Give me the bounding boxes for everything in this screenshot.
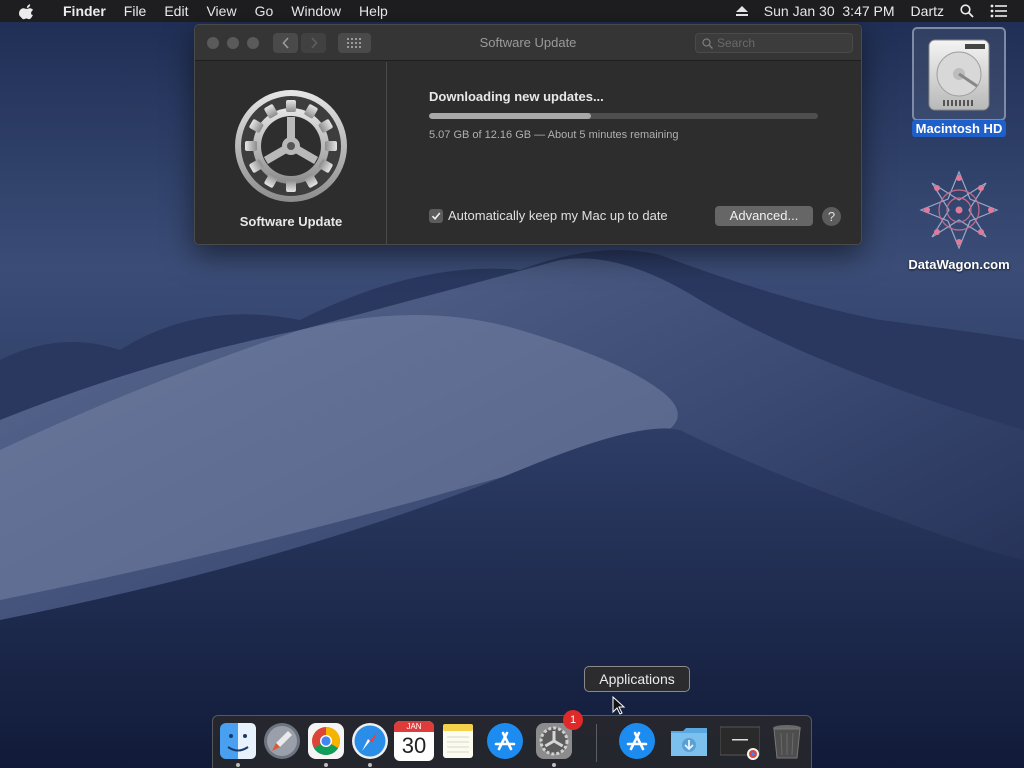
mouse-pointer-icon bbox=[612, 696, 626, 715]
auto-update-label: Automatically keep my Mac up to date bbox=[448, 208, 668, 223]
notification-center-icon[interactable] bbox=[990, 4, 1008, 18]
dock-tooltip: Applications bbox=[584, 666, 690, 692]
app-store-icon[interactable] bbox=[485, 721, 525, 761]
dock: JAN 30 1 bbox=[212, 710, 812, 768]
menu-file[interactable]: File bbox=[115, 0, 156, 22]
menu-edit[interactable]: Edit bbox=[155, 0, 197, 22]
apple-menu-icon[interactable] bbox=[18, 2, 36, 20]
running-indicator bbox=[552, 763, 556, 767]
forward-button[interactable] bbox=[301, 33, 326, 53]
auto-update-option[interactable]: Automatically keep my Mac up to date bbox=[429, 208, 668, 223]
menu-window[interactable]: Window bbox=[282, 0, 350, 22]
calendar-month: JAN bbox=[394, 721, 434, 732]
show-all-button[interactable] bbox=[338, 33, 371, 53]
software-update-gear-icon bbox=[235, 90, 347, 202]
search-field[interactable] bbox=[695, 33, 853, 53]
notes-icon[interactable] bbox=[438, 721, 478, 761]
downloads-folder-icon[interactable] bbox=[669, 721, 709, 761]
grid-icon bbox=[347, 38, 361, 48]
calendar-icon[interactable]: JAN 30 bbox=[394, 721, 434, 761]
download-status-detail: 5.07 GB of 12.16 GB — About 5 minutes re… bbox=[429, 129, 679, 141]
launchpad-icon[interactable] bbox=[262, 721, 302, 761]
window-titlebar[interactable]: Software Update bbox=[195, 25, 861, 61]
applications-folder-icon[interactable] bbox=[617, 721, 657, 761]
dock-separator bbox=[596, 724, 597, 762]
trash-icon[interactable] bbox=[767, 721, 807, 761]
chevron-right-icon bbox=[310, 37, 318, 49]
preference-pane-sidebar: Software Update bbox=[195, 62, 387, 244]
pane-title: Software Update bbox=[239, 214, 343, 229]
running-indicator bbox=[236, 763, 240, 767]
search-icon bbox=[702, 37, 713, 49]
finder-icon[interactable] bbox=[218, 721, 258, 761]
notification-badge: 1 bbox=[563, 710, 583, 730]
menu-app-name[interactable]: Finder bbox=[54, 0, 115, 22]
back-button[interactable] bbox=[273, 33, 298, 53]
menu-view[interactable]: View bbox=[197, 0, 245, 22]
chevron-left-icon bbox=[281, 37, 289, 49]
menu-bar: Finder File Edit View Go Window Help Sun… bbox=[0, 0, 1024, 22]
software-update-window: Software Update Search Software Update D… bbox=[194, 24, 862, 245]
safari-icon[interactable] bbox=[350, 721, 390, 761]
window-thumbnail-icon[interactable] bbox=[720, 721, 760, 761]
desktop-icon-macintosh-hd[interactable]: Macintosh HD bbox=[904, 30, 1014, 138]
spotlight-search-icon[interactable] bbox=[960, 4, 974, 18]
download-progress-bar bbox=[429, 113, 818, 119]
chrome-icon[interactable] bbox=[306, 721, 346, 761]
menu-go[interactable]: Go bbox=[246, 0, 283, 22]
desktop-icon-datawagon[interactable]: DataWagon.com bbox=[904, 168, 1014, 274]
datawagon-logo-icon bbox=[919, 170, 999, 250]
menu-help[interactable]: Help bbox=[350, 0, 397, 22]
help-button[interactable]: ? bbox=[822, 207, 841, 226]
eject-icon[interactable] bbox=[735, 6, 748, 16]
running-indicator bbox=[324, 763, 328, 767]
running-indicator bbox=[368, 763, 372, 767]
hard-drive-icon bbox=[928, 39, 990, 111]
download-status-title: Downloading new updates... bbox=[429, 89, 604, 104]
advanced-button[interactable]: Advanced... bbox=[715, 206, 813, 226]
desktop-icon-label: DataWagon.com bbox=[908, 257, 1010, 272]
menubar-clock[interactable]: Sun Jan 30 3:47 PM bbox=[764, 3, 895, 19]
search-input[interactable] bbox=[717, 36, 837, 50]
menubar-status-area: Sun Jan 30 3:47 PM Dartz bbox=[735, 0, 1024, 22]
checkmark-icon bbox=[431, 211, 441, 220]
menubar-user[interactable]: Dartz bbox=[911, 3, 944, 19]
calendar-day: 30 bbox=[401, 733, 427, 758]
desktop-icon-label: Macintosh HD bbox=[911, 120, 1007, 137]
download-progress-fill bbox=[429, 113, 592, 119]
auto-update-checkbox[interactable] bbox=[429, 208, 443, 223]
